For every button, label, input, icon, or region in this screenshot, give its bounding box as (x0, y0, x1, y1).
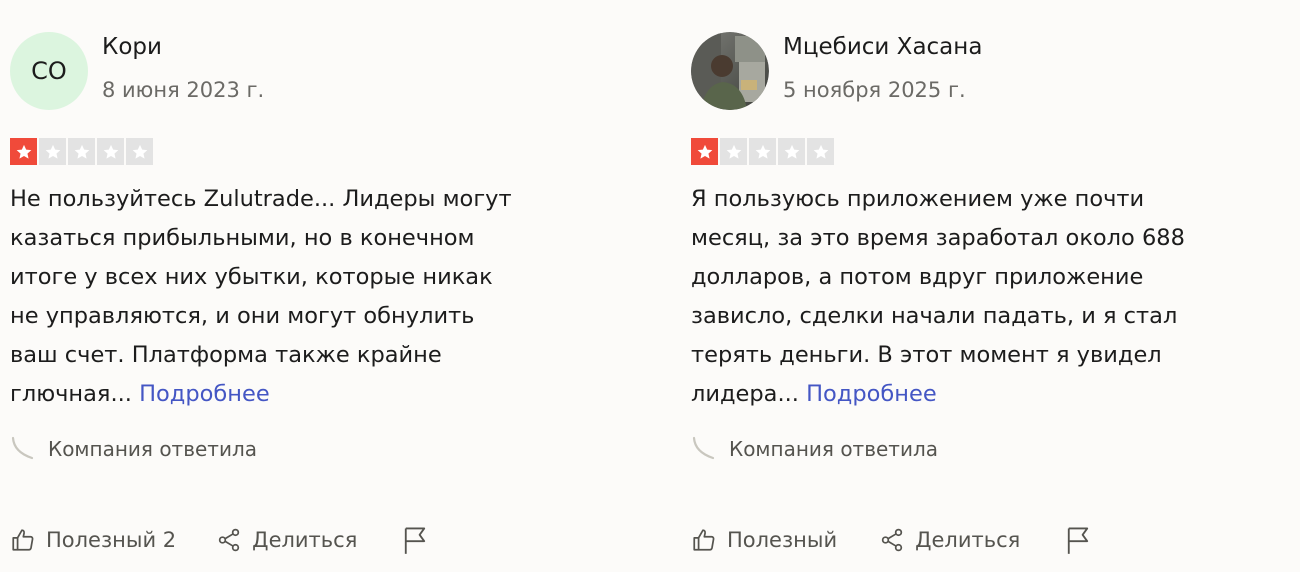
star-rating (691, 138, 834, 165)
review-text-line: зависло, сделки начали падать, и я стал (691, 303, 1178, 329)
review-card: CO Кори 8 июня 2023 г. Не пользуйтесь Zu… (10, 0, 610, 572)
avatar[interactable]: CO (10, 32, 88, 110)
report-button[interactable] (1064, 525, 1102, 555)
review-text-line: ваш счет. Платформа также крайне (10, 342, 442, 368)
review-text-line: долларов, а потом вдруг приложение (691, 264, 1144, 290)
review-text-line: терять деньги. В этот момент я увидел (691, 342, 1162, 368)
review-text-line: казаться прибыльными, но в конечном (10, 225, 475, 251)
review-date: 5 ноября 2025 г. (783, 78, 966, 102)
thumbs-up-icon (12, 529, 34, 551)
star-filled-icon (691, 138, 718, 165)
share-label: Делиться (252, 528, 358, 552)
reply-curve-icon (692, 436, 715, 460)
review-text-line: Я пользуюсь приложением уже почти (691, 186, 1145, 212)
review-text-last-line: глючная... Подробнее (10, 375, 600, 414)
review-text-line: Не пользуйтесь Zulutrade... Лидеры могут (10, 186, 512, 212)
share-button[interactable]: Делиться (216, 527, 357, 553)
helpful-label: Полезный (727, 528, 838, 552)
star-empty-icon (749, 138, 776, 165)
share-icon (218, 528, 240, 552)
review-text-line: лидера... (691, 381, 799, 407)
review-text-line: не управляются, и они могут обнулить (10, 303, 475, 329)
review-text: Я пользуюсь приложением уже почти месяц,… (691, 180, 1281, 414)
review-text-line: месяц, за это время заработал около 688 (691, 225, 1185, 251)
flag-icon (1068, 527, 1089, 554)
star-empty-icon (97, 138, 124, 165)
star-filled-icon (10, 138, 37, 165)
read-more-link[interactable]: Подробнее (806, 381, 937, 407)
reviewer-name[interactable]: Кори (102, 34, 162, 60)
avatar[interactable] (691, 32, 769, 110)
reply-curve-icon (11, 436, 34, 460)
share-icon (881, 528, 903, 552)
helpful-button[interactable]: Полезный (691, 527, 837, 553)
review-card: Мцебиси Хасана 5 ноября 2025 г. Я пользу… (691, 0, 1291, 572)
user-photo-icon (691, 32, 769, 110)
star-rating (10, 138, 153, 165)
helpful-label: Полезный 2 (46, 528, 177, 552)
star-empty-icon (807, 138, 834, 165)
flag-icon (405, 527, 426, 554)
review-actions: Полезный 2 Делиться (10, 522, 439, 558)
review-text-last-line: лидера... Подробнее (691, 375, 1281, 414)
star-empty-icon (778, 138, 805, 165)
reviewer-name[interactable]: Мцебиси Хасана (783, 34, 982, 60)
report-button[interactable] (401, 525, 439, 555)
review-date: 8 июня 2023 г. (102, 78, 265, 102)
company-reply-toggle[interactable]: Компания ответила (10, 436, 257, 462)
review-text: Не пользуйтесь Zulutrade... Лидеры могут… (10, 180, 600, 414)
star-empty-icon (39, 138, 66, 165)
review-actions: Полезный Делиться (691, 522, 1102, 558)
company-replied-label: Компания ответила (729, 437, 938, 461)
thumbs-up-icon (693, 529, 715, 551)
review-text-line: глючная... (10, 381, 132, 407)
star-empty-icon (126, 138, 153, 165)
share-button[interactable]: Делиться (879, 527, 1020, 553)
helpful-button[interactable]: Полезный 2 (10, 527, 176, 553)
star-empty-icon (720, 138, 747, 165)
review-text-line: итоге у всех них убытки, которые никак (10, 264, 493, 290)
star-empty-icon (68, 138, 95, 165)
company-reply-toggle[interactable]: Компания ответила (691, 436, 938, 462)
share-label: Делиться (915, 528, 1021, 552)
company-replied-label: Компания ответила (48, 437, 257, 461)
reviews-page: CO Кори 8 июня 2023 г. Не пользуйтесь Zu… (0, 0, 1300, 572)
read-more-link[interactable]: Подробнее (139, 381, 270, 407)
